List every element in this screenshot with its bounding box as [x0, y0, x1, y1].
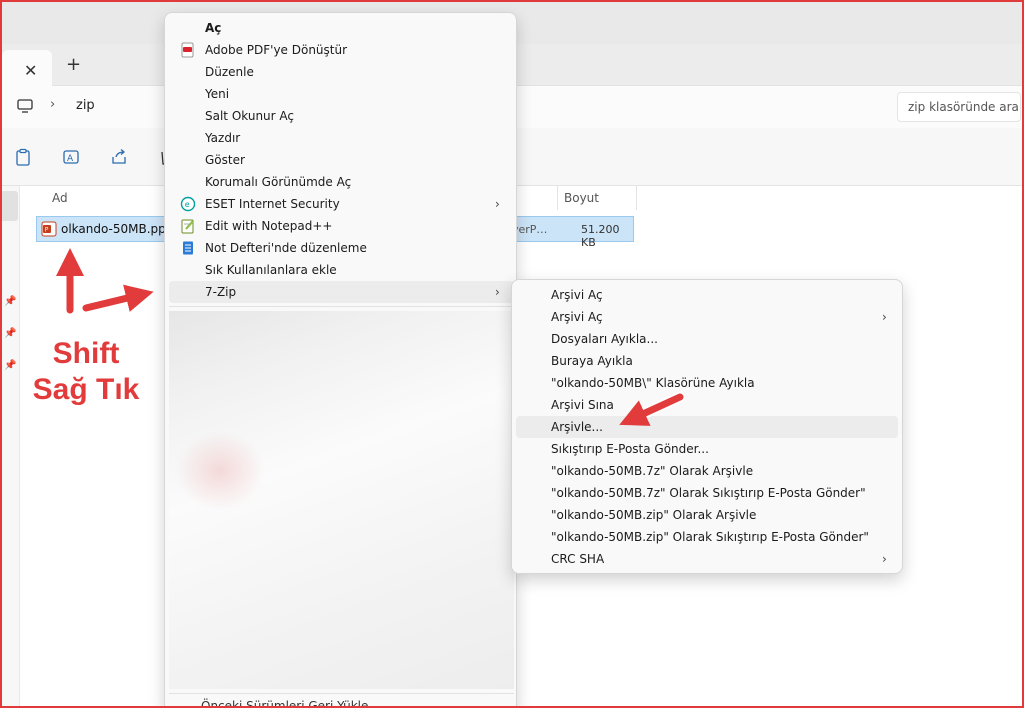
paste-icon[interactable]: [14, 148, 32, 166]
chevron-right-icon: ›: [495, 285, 500, 299]
tab-current[interactable]: ✕: [2, 50, 52, 86]
submenu-item-open-archive-sub[interactable]: Arşivi Aç ›: [516, 306, 898, 328]
search-input[interactable]: zip klasöründe ara: [897, 92, 1021, 122]
menu-item-add-favorites[interactable]: Sık Kullanılanlara ekle: [169, 259, 514, 281]
menu-item-restore-previous-versions[interactable]: Önceki Sürümleri Geri Yükle: [201, 699, 368, 708]
menu-item-notepad-plus-plus[interactable]: Edit with Notepad++: [169, 215, 514, 237]
column-separator[interactable]: [557, 186, 558, 210]
annotation-line-shift: Shift: [52, 337, 120, 370]
adobe-pdf-icon: [181, 42, 194, 58]
new-tab-button[interactable]: +: [66, 56, 81, 74]
chevron-right-icon: ›: [495, 197, 500, 211]
rename-icon[interactable]: A: [62, 148, 80, 166]
search-placeholder: zip klasöründe ara: [908, 100, 1019, 114]
menu-item-notepad[interactable]: Not Defteri'nde düzenleme: [169, 237, 514, 259]
eset-icon: e: [180, 196, 196, 212]
menu-item-adobe-pdf[interactable]: Adobe PDF'ye Dönüştür: [169, 39, 514, 61]
submenu-item-add-to-archive[interactable]: Arşivle...: [516, 416, 898, 438]
column-separator[interactable]: [636, 186, 637, 210]
menu-item-show[interactable]: Göster: [169, 149, 514, 171]
file-size: 51.200 KB: [581, 223, 620, 249]
menu-separator: [169, 693, 514, 694]
navigation-pane: 📌 📌 📌: [0, 186, 20, 708]
submenu-item-compress-zip-email[interactable]: "olkando-50MB.zip" Olarak Sıkıştırıp E-P…: [516, 526, 898, 548]
menu-item-print[interactable]: Yazdır: [169, 127, 514, 149]
file-type: verP…: [512, 223, 548, 236]
chevron-right-icon[interactable]: ›: [50, 97, 55, 112]
submenu-item-extract-files[interactable]: Dosyaları Ayıkla...: [516, 328, 898, 350]
svg-text:e: e: [185, 200, 190, 209]
submenu-item-crc-sha[interactable]: CRC SHA ›: [516, 548, 898, 570]
menu-item-new[interactable]: Yeni: [169, 83, 514, 105]
annotation-line-right-click: Sağ Tık: [32, 373, 140, 406]
share-icon[interactable]: [110, 148, 128, 166]
file-name: olkando-50MB.pptx: [61, 222, 178, 236]
svg-text:P: P: [45, 227, 49, 234]
svg-text:A: A: [67, 154, 74, 164]
menu-item-7zip[interactable]: 7-Zip ›: [169, 281, 514, 303]
submenu-item-add-to-zip[interactable]: "olkando-50MB.zip" Olarak Arşivle: [516, 504, 898, 526]
menu-item-edit[interactable]: Düzenle: [169, 61, 514, 83]
menu-item-open[interactable]: Aç: [169, 17, 514, 39]
submenu-item-extract-here[interactable]: Buraya Ayıkla: [516, 350, 898, 372]
notepad-icon: [183, 241, 193, 255]
submenu-item-test-archive[interactable]: Arşivi Sına: [516, 394, 898, 416]
blurred-region-tint: [175, 431, 265, 511]
column-header-name[interactable]: Ad: [52, 191, 68, 205]
pin-icon: 📌: [4, 360, 17, 371]
menu-item-protected-view[interactable]: Korumalı Görünümde Aç: [169, 171, 514, 193]
chevron-right-icon: ›: [882, 552, 887, 566]
submenu-item-compress-7z-email[interactable]: "olkando-50MB.7z" Olarak Sıkıştırıp E-Po…: [516, 482, 898, 504]
pin-icon: 📌: [4, 296, 17, 307]
column-header-size[interactable]: Boyut: [564, 191, 599, 205]
submenu-item-compress-and-email[interactable]: Sıkıştırıp E-Posta Gönder...: [516, 438, 898, 460]
submenu-item-open-archive[interactable]: Arşivi Aç: [516, 284, 898, 306]
monitor-icon[interactable]: [16, 97, 34, 115]
powerpoint-file-icon: P: [41, 221, 57, 237]
blurred-region: [169, 311, 514, 689]
context-menu: Aç Adobe PDF'ye Dönüştür Düzenle Yeni Sa…: [164, 12, 517, 708]
chevron-right-icon: ›: [882, 310, 887, 324]
annotation-label: Shift Sağ Tık: [20, 336, 152, 408]
seven-zip-submenu: Arşivi Aç Arşivi Aç › Dosyaları Ayıkla..…: [511, 279, 903, 574]
pin-icon: 📌: [4, 328, 17, 339]
menu-item-open-read-only[interactable]: Salt Okunur Aç: [169, 105, 514, 127]
notepad-plus-plus-icon: [181, 219, 194, 234]
close-icon[interactable]: ✕: [24, 63, 37, 79]
submenu-item-extract-to-folder[interactable]: "olkando-50MB\" Klasörüne Ayıkla: [516, 372, 898, 394]
nav-selected-item[interactable]: [0, 191, 18, 221]
breadcrumb-zip[interactable]: zip: [76, 98, 95, 113]
menu-item-eset[interactable]: e ESET Internet Security ›: [169, 193, 514, 215]
submenu-item-add-to-7z[interactable]: "olkando-50MB.7z" Olarak Arşivle: [516, 460, 898, 482]
menu-separator: [169, 306, 514, 307]
